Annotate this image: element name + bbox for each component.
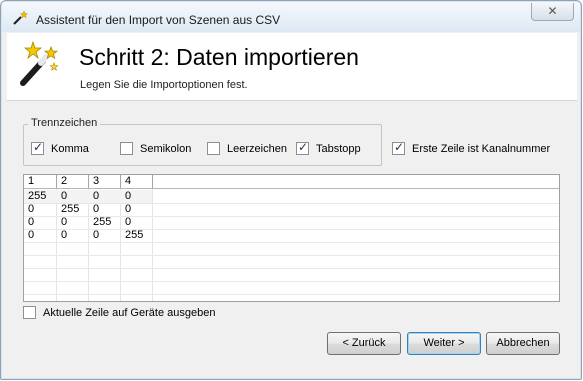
data-preview-grid[interactable]: 1 2 3 4 255 0 0 0 0 255 0 0 0 0 255 0 0 … — [23, 174, 560, 302]
tab-checkbox-box[interactable] — [296, 140, 309, 155]
window-title: Assistent für den Import von Szenen aus … — [36, 13, 281, 27]
table-cell[interactable]: 255 — [57, 203, 79, 216]
space-checkbox-box[interactable] — [207, 142, 220, 155]
comma-checkbox-box[interactable] — [31, 140, 44, 155]
delimiter-legend: Trennzeichen — [28, 117, 101, 129]
tab-checkbox[interactable]: Tabstopp — [296, 140, 361, 155]
table-cell[interactable]: 0 — [89, 190, 99, 203]
first-row-channel-label: Erste Zeile ist Kanalnummer — [412, 142, 551, 155]
table-cell[interactable]: 0 — [57, 216, 67, 229]
table-cell[interactable]: 0 — [121, 190, 131, 203]
space-label: Leerzeichen — [227, 142, 287, 155]
column-header-1[interactable]: 1 — [24, 175, 57, 188]
table-cell[interactable]: 255 — [89, 216, 111, 229]
output-current-row-box[interactable] — [23, 306, 36, 319]
wizard-header: Schritt 2: Daten importieren Legen Sie d… — [7, 33, 577, 101]
next-button[interactable]: Weiter > — [407, 332, 481, 355]
table-cell[interactable]: 0 — [24, 203, 34, 216]
step-subtitle: Legen Sie die Importoptionen fest. — [80, 79, 248, 91]
column-header-3[interactable]: 3 — [89, 175, 121, 188]
table-cell[interactable]: 0 — [121, 203, 131, 216]
output-current-row-checkbox[interactable]: Aktuelle Zeile auf Geräte ausgeben — [23, 306, 215, 319]
comma-checkbox[interactable]: Komma — [31, 140, 89, 155]
first-row-channel-box[interactable] — [392, 140, 405, 155]
cancel-button[interactable]: Abbrechen — [486, 332, 560, 355]
table-cell[interactable]: 0 — [121, 216, 131, 229]
delimiter-groupbox: Trennzeichen Komma Semikolon Leerzeichen… — [23, 117, 382, 166]
semicolon-label: Semikolon — [140, 142, 192, 155]
space-checkbox[interactable]: Leerzeichen — [207, 142, 287, 155]
magic-wand-icon — [13, 10, 28, 25]
semicolon-checkbox-box[interactable] — [120, 142, 133, 155]
semicolon-checkbox[interactable]: Semikolon — [120, 142, 191, 155]
wizard-wand-icon — [20, 40, 59, 86]
tab-label: Tabstopp — [316, 142, 361, 155]
column-header-2[interactable]: 2 — [57, 175, 89, 188]
close-icon: ✕ — [547, 4, 558, 18]
table-cell[interactable]: 255 — [121, 229, 143, 242]
table-cell[interactable]: 0 — [57, 190, 67, 203]
first-row-channel-checkbox[interactable]: Erste Zeile ist Kanalnummer — [392, 140, 551, 155]
wizard-content: Trennzeichen Komma Semikolon Leerzeichen… — [7, 102, 577, 374]
table-cell[interactable]: 0 — [24, 229, 34, 242]
close-button[interactable]: ✕ — [531, 3, 574, 21]
title-bar[interactable]: Assistent für den Import von Szenen aus … — [2, 2, 580, 32]
import-wizard-window: Assistent für den Import von Szenen aus … — [0, 0, 582, 380]
back-button[interactable]: < Zurück — [327, 332, 401, 355]
comma-label: Komma — [51, 142, 89, 155]
output-current-row-label: Aktuelle Zeile auf Geräte ausgeben — [43, 306, 216, 319]
table-cell[interactable]: 255 — [24, 190, 46, 203]
table-cell[interactable]: 0 — [57, 229, 67, 242]
table-cell[interactable]: 0 — [89, 229, 99, 242]
grid-header: 1 2 3 4 — [24, 175, 559, 189]
table-cell[interactable]: 0 — [89, 203, 99, 216]
table-cell[interactable]: 0 — [24, 216, 34, 229]
step-title: Schritt 2: Daten importieren — [79, 44, 359, 70]
column-header-4[interactable]: 4 — [121, 175, 153, 188]
